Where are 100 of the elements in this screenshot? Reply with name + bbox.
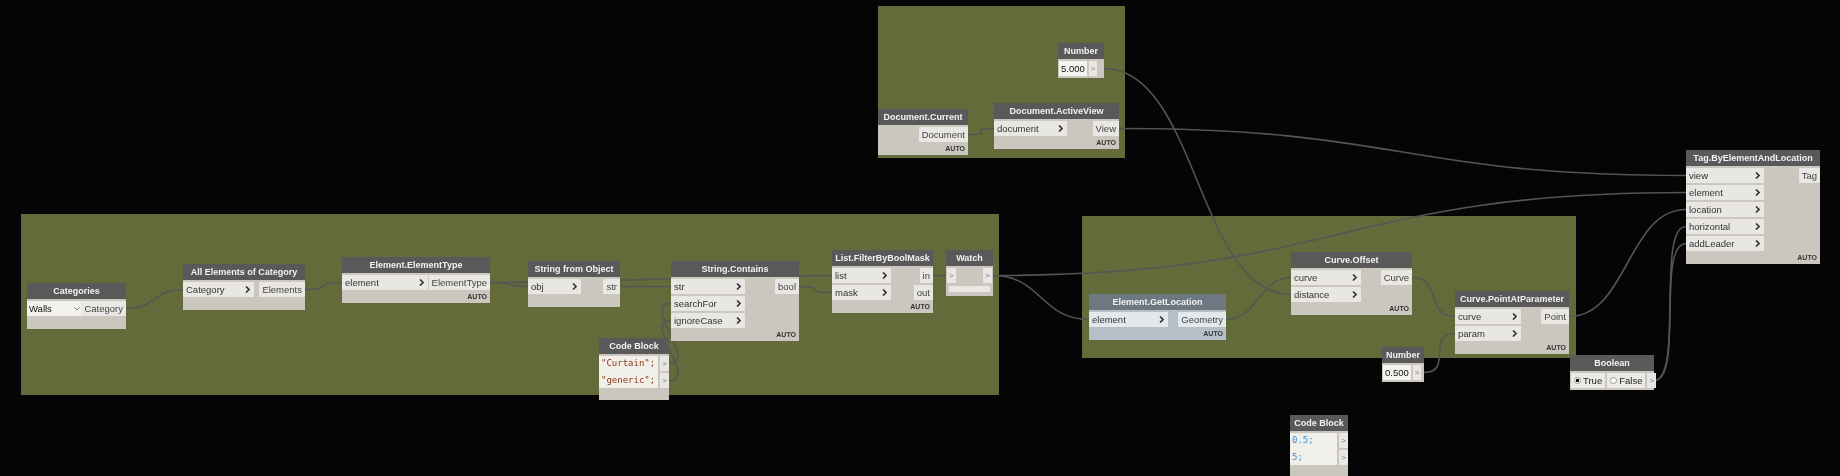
node-card[interactable]: Number 5.000 > bbox=[1058, 43, 1104, 78]
chevron-icon bbox=[1754, 223, 1760, 230]
chevron-icon bbox=[244, 286, 250, 293]
input-port[interactable]: list bbox=[832, 268, 891, 283]
input-port[interactable]: element bbox=[342, 275, 428, 290]
input-port[interactable]: distance bbox=[1291, 287, 1362, 302]
output-port[interactable]: Tag bbox=[1798, 168, 1820, 183]
port-label: ignoreCase bbox=[674, 315, 723, 326]
input-port[interactable]: mask bbox=[832, 285, 891, 300]
node-title: Code Block bbox=[1290, 415, 1348, 431]
output-port[interactable]: Elements bbox=[259, 282, 305, 297]
chevron-icon bbox=[1754, 172, 1760, 179]
radio-option[interactable]: True bbox=[1571, 373, 1606, 388]
port-label: list bbox=[835, 270, 847, 281]
input-port[interactable]: element bbox=[1089, 312, 1169, 327]
output-port[interactable]: in bbox=[919, 268, 933, 283]
input-port[interactable]: location bbox=[1686, 202, 1764, 217]
input-port[interactable]: > bbox=[947, 268, 956, 283]
output-port[interactable]: Point bbox=[1541, 309, 1569, 324]
output-port[interactable]: > bbox=[1339, 433, 1348, 448]
port-label: element bbox=[1092, 314, 1126, 325]
input-port[interactable]: param bbox=[1455, 326, 1522, 341]
node-title: All Elements of Category bbox=[183, 264, 305, 280]
output-port[interactable]: > bbox=[1412, 365, 1422, 380]
node-title: Number bbox=[1382, 347, 1424, 363]
output-port[interactable]: Geometry bbox=[1178, 312, 1226, 327]
chevron-icon bbox=[736, 283, 742, 290]
caret-icon bbox=[74, 307, 81, 311]
code-line[interactable]: "Curtain"; bbox=[599, 356, 659, 371]
watch-display bbox=[949, 286, 990, 292]
output-port[interactable]: out bbox=[913, 285, 933, 300]
output-port[interactable]: > bbox=[983, 268, 992, 283]
chevron-icon bbox=[1754, 189, 1760, 196]
node-card[interactable]: All Elements of Category Category Elements bbox=[183, 264, 305, 310]
input-port[interactable]: document bbox=[994, 121, 1067, 136]
node-title: String.Contains bbox=[671, 261, 799, 277]
node-card[interactable]: Watch > > bbox=[946, 250, 993, 296]
node-card[interactable]: Number 0.500 > bbox=[1382, 347, 1424, 382]
input-port[interactable]: addLeader bbox=[1686, 236, 1764, 251]
node-title: Code Block bbox=[599, 338, 669, 354]
output-port[interactable]: Document bbox=[918, 127, 968, 142]
input-port[interactable]: ignoreCase bbox=[671, 313, 746, 328]
input-port[interactable]: view bbox=[1686, 168, 1764, 183]
port-label: view bbox=[1689, 170, 1708, 181]
output-port[interactable]: View bbox=[1092, 121, 1119, 136]
chevron-icon bbox=[1512, 313, 1518, 320]
node-card[interactable]: String from Object obj str bbox=[528, 261, 620, 307]
port-label: element bbox=[345, 277, 379, 288]
chevron-icon bbox=[736, 300, 742, 307]
port-label: element bbox=[1689, 187, 1723, 198]
output-port[interactable]: ElementType bbox=[428, 275, 490, 290]
wire bbox=[125, 288, 184, 310]
input-port[interactable]: horizontal bbox=[1686, 219, 1764, 234]
port-label: curve bbox=[1458, 311, 1482, 322]
output-port[interactable]: str bbox=[603, 279, 620, 294]
wire bbox=[967, 127, 995, 136]
node-title: Tag.ByElementAndLocation bbox=[1686, 150, 1820, 166]
node-card[interactable]: Code Block "Curtain"; "generic"; > > bbox=[599, 338, 669, 400]
input-port[interactable]: curve bbox=[1291, 270, 1362, 285]
node-title: Boolean bbox=[1570, 355, 1654, 371]
code-line[interactable]: "generic"; bbox=[599, 373, 659, 388]
node-card[interactable]: Boolean True False > bbox=[1570, 355, 1654, 390]
node-title: String from Object bbox=[528, 261, 620, 277]
output-port[interactable]: Category bbox=[81, 301, 126, 316]
chevron-icon bbox=[1057, 125, 1063, 132]
port-label: document bbox=[997, 123, 1039, 134]
output-port[interactable]: bool bbox=[775, 279, 799, 294]
output-port[interactable]: > bbox=[660, 356, 669, 371]
input-port[interactable]: searchFor bbox=[671, 296, 746, 311]
node-card[interactable]: Categories Walls Category bbox=[27, 283, 126, 329]
number-field[interactable]: 5.000 bbox=[1059, 61, 1087, 76]
node-title: Curve.PointAtParameter bbox=[1455, 291, 1569, 307]
node-title: Document.Current bbox=[878, 109, 968, 125]
output-port[interactable]: Curve bbox=[1380, 270, 1412, 285]
chevron-icon bbox=[1754, 206, 1760, 213]
port-label: param bbox=[1458, 328, 1485, 339]
radio-option[interactable]: False bbox=[1607, 373, 1646, 388]
chevron-icon bbox=[572, 283, 578, 290]
node-title: Document.ActiveView bbox=[994, 103, 1119, 119]
output-port[interactable]: > bbox=[660, 373, 669, 388]
input-port[interactable]: Category bbox=[183, 282, 254, 297]
output-port[interactable]: > bbox=[1088, 61, 1098, 76]
node-title: List.FilterByBoolMask bbox=[832, 250, 933, 266]
chevron-icon bbox=[418, 279, 424, 286]
input-port[interactable]: str bbox=[671, 279, 746, 294]
dropdown-field[interactable]: Walls bbox=[27, 301, 82, 316]
number-field[interactable]: 0.500 bbox=[1383, 365, 1411, 380]
node-card[interactable]: Code Block 0.5; 5; > > bbox=[1290, 415, 1348, 476]
output-port[interactable]: > bbox=[1339, 450, 1348, 465]
input-port[interactable]: obj bbox=[528, 279, 582, 294]
port-label: distance bbox=[1294, 289, 1330, 300]
port-label: Category bbox=[186, 284, 225, 295]
node-title: Element.GetLocation bbox=[1089, 294, 1226, 310]
node-title: Curve.Offset bbox=[1291, 252, 1412, 268]
chevron-icon bbox=[1754, 240, 1760, 247]
input-port[interactable]: element bbox=[1686, 185, 1764, 200]
input-port[interactable]: curve bbox=[1455, 309, 1522, 324]
wire bbox=[1423, 332, 1456, 374]
output-port[interactable]: > bbox=[1647, 373, 1657, 388]
port-label: mask bbox=[835, 287, 858, 298]
